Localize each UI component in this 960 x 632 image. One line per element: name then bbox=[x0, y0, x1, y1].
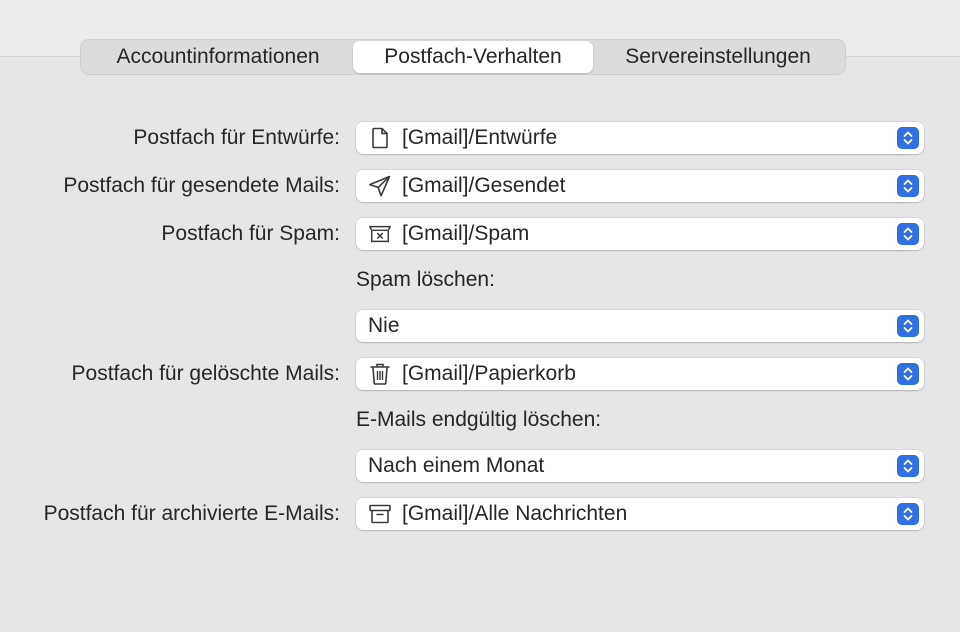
archive-mailbox-value: [Gmail]/Alle Nachrichten bbox=[402, 502, 628, 525]
trash-mailbox-popup[interactable]: [Gmail]/Papierkorb bbox=[356, 358, 924, 390]
spam-mailbox-value: [Gmail]/Spam bbox=[402, 222, 530, 245]
sent-mailbox-popup[interactable]: [Gmail]/Gesendet bbox=[356, 170, 924, 202]
popup-stepper-icon bbox=[897, 503, 919, 525]
drafts-mailbox-popup[interactable]: [Gmail]/Entwürfe bbox=[356, 122, 924, 154]
archive-mailbox-label: Postfach für archivierte E-Mails: bbox=[43, 502, 340, 525]
erase-messages-popup[interactable]: Nach einem Monat bbox=[356, 450, 924, 482]
spam-delete-popup[interactable]: Nie bbox=[356, 310, 924, 342]
popup-stepper-icon bbox=[897, 223, 919, 245]
drafts-mailbox-value: [Gmail]/Entwürfe bbox=[402, 126, 558, 149]
tab-accountinformationen[interactable]: Accountinformationen bbox=[83, 41, 353, 73]
trash-mailbox-label: Postfach für gelöschte Mails: bbox=[71, 362, 340, 385]
paper-plane-icon bbox=[368, 174, 392, 198]
junk-box-icon bbox=[368, 222, 392, 246]
sent-mailbox-value: [Gmail]/Gesendet bbox=[402, 174, 566, 197]
popup-stepper-icon bbox=[897, 455, 919, 477]
trash-icon bbox=[368, 362, 392, 386]
sent-mailbox-label: Postfach für gesendete Mails: bbox=[63, 174, 340, 197]
tab-bar: Accountinformationen Postfach-Verhalten … bbox=[80, 39, 846, 75]
trash-mailbox-value: [Gmail]/Papierkorb bbox=[402, 362, 576, 385]
archive-mailbox-popup[interactable]: [Gmail]/Alle Nachrichten bbox=[356, 498, 924, 530]
erase-messages-label: E-Mails endgültig löschen: bbox=[356, 408, 602, 431]
archive-box-icon bbox=[368, 502, 392, 526]
popup-stepper-icon bbox=[897, 175, 919, 197]
spam-mailbox-popup[interactable]: [Gmail]/Spam bbox=[356, 218, 924, 250]
popup-stepper-icon bbox=[897, 127, 919, 149]
popup-stepper-icon bbox=[897, 315, 919, 337]
popup-stepper-icon bbox=[897, 363, 919, 385]
document-icon bbox=[368, 126, 392, 150]
spam-mailbox-label: Postfach für Spam: bbox=[161, 222, 340, 245]
erase-messages-value: Nach einem Monat bbox=[368, 454, 545, 477]
tab-servereinstellungen[interactable]: Servereinstellungen bbox=[593, 41, 843, 73]
drafts-mailbox-label: Postfach für Entwürfe: bbox=[133, 126, 340, 149]
spam-delete-label: Spam löschen: bbox=[356, 268, 495, 291]
tab-postfach-verhalten[interactable]: Postfach-Verhalten bbox=[353, 41, 593, 73]
spam-delete-value: Nie bbox=[368, 314, 400, 337]
